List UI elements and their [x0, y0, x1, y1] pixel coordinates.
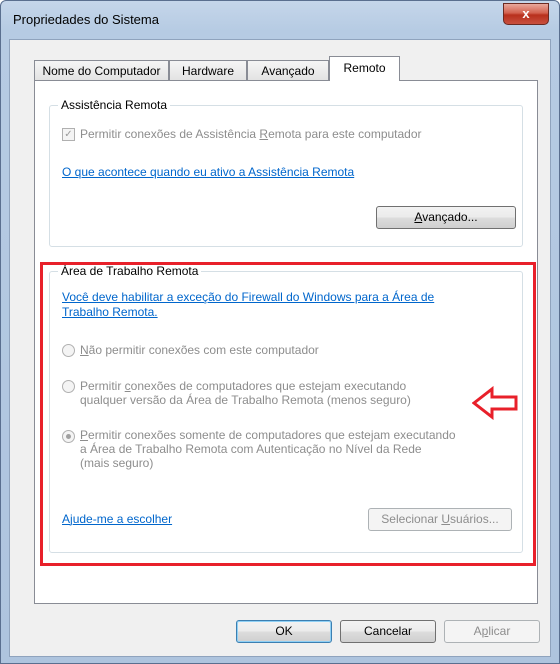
tab-nome-do-computador[interactable]: Nome do Computador [34, 60, 169, 80]
tab-hardware[interactable]: Hardware [169, 60, 247, 80]
tab-avancado[interactable]: Avançado [247, 60, 329, 80]
title-bar[interactable]: Propriedades do Sistema x [1, 1, 559, 39]
tab-remoto[interactable]: Remoto [329, 56, 400, 81]
highlight-rectangle [40, 262, 536, 566]
close-button[interactable]: x [503, 3, 549, 25]
window-title: Propriedades do Sistema [13, 12, 159, 27]
checkbox-permitir-assistencia[interactable]: ✓ [62, 128, 75, 141]
link-o-que-acontece[interactable]: O que acontece quando eu ativo a Assistê… [62, 165, 354, 179]
avancado-button[interactable]: Avançado... [376, 206, 516, 229]
red-arrow-icon [472, 386, 518, 420]
group-assistencia-remota: Assistência Remota ✓ Permitir conexões d… [49, 98, 523, 247]
group-title-assistencia: Assistência Remota [58, 98, 171, 112]
ok-button[interactable]: OK [236, 620, 332, 643]
checkmark-icon: ✓ [64, 129, 73, 140]
checkbox-label-assistencia: Permitir conexões de Assistência Remota … [80, 127, 422, 141]
apply-button[interactable]: Aplicar [444, 620, 540, 643]
cancel-button[interactable]: Cancelar [340, 620, 436, 643]
